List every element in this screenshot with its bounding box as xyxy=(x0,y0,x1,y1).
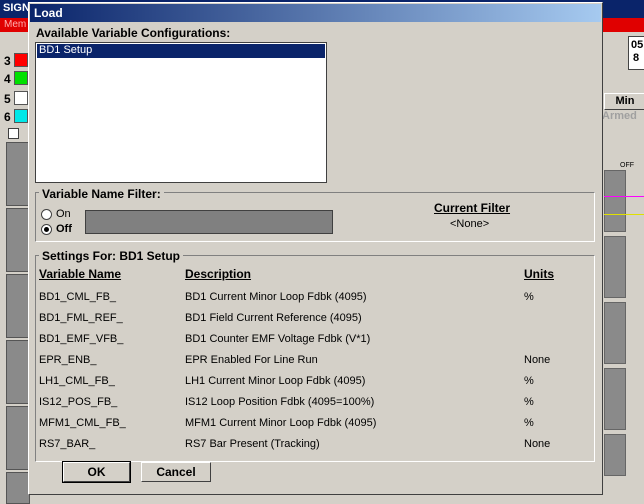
background-min-button[interactable]: Min xyxy=(604,93,644,110)
background-plot-strip xyxy=(6,472,30,504)
dialog-title: Load xyxy=(34,6,63,20)
channel-6-swatch[interactable] xyxy=(14,109,28,123)
filter-off-label: Off xyxy=(56,223,72,235)
cancel-button[interactable]: Cancel xyxy=(141,462,211,482)
background-right-plot xyxy=(604,170,626,232)
settings-for-label: Settings For: BD1 Setup xyxy=(39,249,184,263)
config-list-item-label: BD1 Setup xyxy=(39,44,93,56)
channel-5-swatch[interactable] xyxy=(14,91,28,105)
dialog-titlebar[interactable]: Load xyxy=(30,4,601,22)
variable-name-cell: MFM1_CML_FB_ xyxy=(39,417,126,429)
units-cell: % xyxy=(524,417,534,429)
current-filter-label: Current Filter xyxy=(434,201,511,215)
units-cell: % xyxy=(524,396,534,408)
description-cell: BD1 Current Minor Loop Fdbk (4095) xyxy=(185,291,367,303)
description-cell: LH1 Current Minor Loop Fdbk (4095) xyxy=(185,375,366,387)
background-plot-strip xyxy=(6,208,30,272)
variable-name-cell: LH1_CML_FB_ xyxy=(39,375,115,387)
background-trace-line xyxy=(604,196,644,197)
filter-input[interactable] xyxy=(85,210,333,234)
units-cell: None xyxy=(524,354,551,366)
current-filter-value: <None> xyxy=(450,218,490,230)
filter-on-radio[interactable] xyxy=(41,209,52,220)
configurations-listbox[interactable]: BD1 Setup xyxy=(35,42,327,183)
background-plot-strip xyxy=(6,274,30,338)
background-armed-status: Armed xyxy=(602,110,637,122)
units-cell: None xyxy=(524,438,551,450)
background-menu-label: Mem xyxy=(4,19,27,30)
background-right-plot xyxy=(604,434,626,476)
background-value-bottom: 8 xyxy=(633,52,640,64)
filter-off-radio[interactable] xyxy=(41,224,52,235)
config-list-item-selected[interactable]: BD1 Setup xyxy=(37,44,325,58)
variable-name-cell: RS7_BAR_ xyxy=(39,438,96,450)
channel-3-number: 3 xyxy=(4,54,11,68)
description-cell: EPR Enabled For Line Run xyxy=(185,354,318,366)
variable-name-cell: BD1_FML_REF_ xyxy=(39,312,123,324)
background-plot-strip xyxy=(6,340,30,404)
channel-3-swatch[interactable] xyxy=(14,53,28,67)
column-header-description: Description xyxy=(185,267,252,281)
description-cell: IS12 Loop Position Fdbk (4095=100%) xyxy=(185,396,375,408)
load-dialog: Load Available Variable Configurations: … xyxy=(28,2,603,495)
background-left-panel: 3 4 5 6 xyxy=(0,32,30,504)
background-off-label: OFF xyxy=(620,162,634,169)
variable-name-cell: BD1_CML_FB_ xyxy=(39,291,117,303)
background-value-top: 05 xyxy=(631,39,644,51)
variable-name-cell: BD1_EMF_VFB_ xyxy=(39,333,124,345)
description-cell: RS7 Bar Present (Tracking) xyxy=(185,438,320,450)
background-plot-strip xyxy=(6,406,30,470)
column-header-variable-name: Variable Name xyxy=(39,267,122,281)
background-value-box: 05 8 xyxy=(628,36,644,70)
ok-button[interactable]: OK xyxy=(62,461,131,483)
channel-5-number: 5 xyxy=(4,92,11,106)
background-window-title: SIGN xyxy=(3,2,30,14)
channel-6-number: 6 xyxy=(4,110,11,124)
background-right-plot xyxy=(604,302,626,364)
units-cell: % xyxy=(524,375,534,387)
background-right-plot xyxy=(604,236,626,298)
configurations-label: Available Variable Configurations: xyxy=(36,26,231,40)
column-header-units: Units xyxy=(524,267,554,281)
description-cell: MFM1 Current Minor Loop Fdbk (4095) xyxy=(185,417,377,429)
description-cell: BD1 Field Current Reference (4095) xyxy=(185,312,362,324)
variable-name-cell: EPR_ENB_ xyxy=(39,354,97,366)
background-right-plot xyxy=(604,368,626,430)
description-cell: BD1 Counter EMF Voltage Fdbk (V*1) xyxy=(185,333,371,345)
variable-name-cell: IS12_POS_FB_ xyxy=(39,396,118,408)
background-checkbox[interactable] xyxy=(8,128,19,139)
filter-on-label: On xyxy=(56,208,71,220)
background-trace-line xyxy=(604,214,644,215)
background-plot-strip xyxy=(6,142,30,206)
channel-4-number: 4 xyxy=(4,72,11,86)
filter-group-label: Variable Name Filter: xyxy=(39,187,164,201)
units-cell: % xyxy=(524,291,534,303)
channel-4-swatch[interactable] xyxy=(14,71,28,85)
